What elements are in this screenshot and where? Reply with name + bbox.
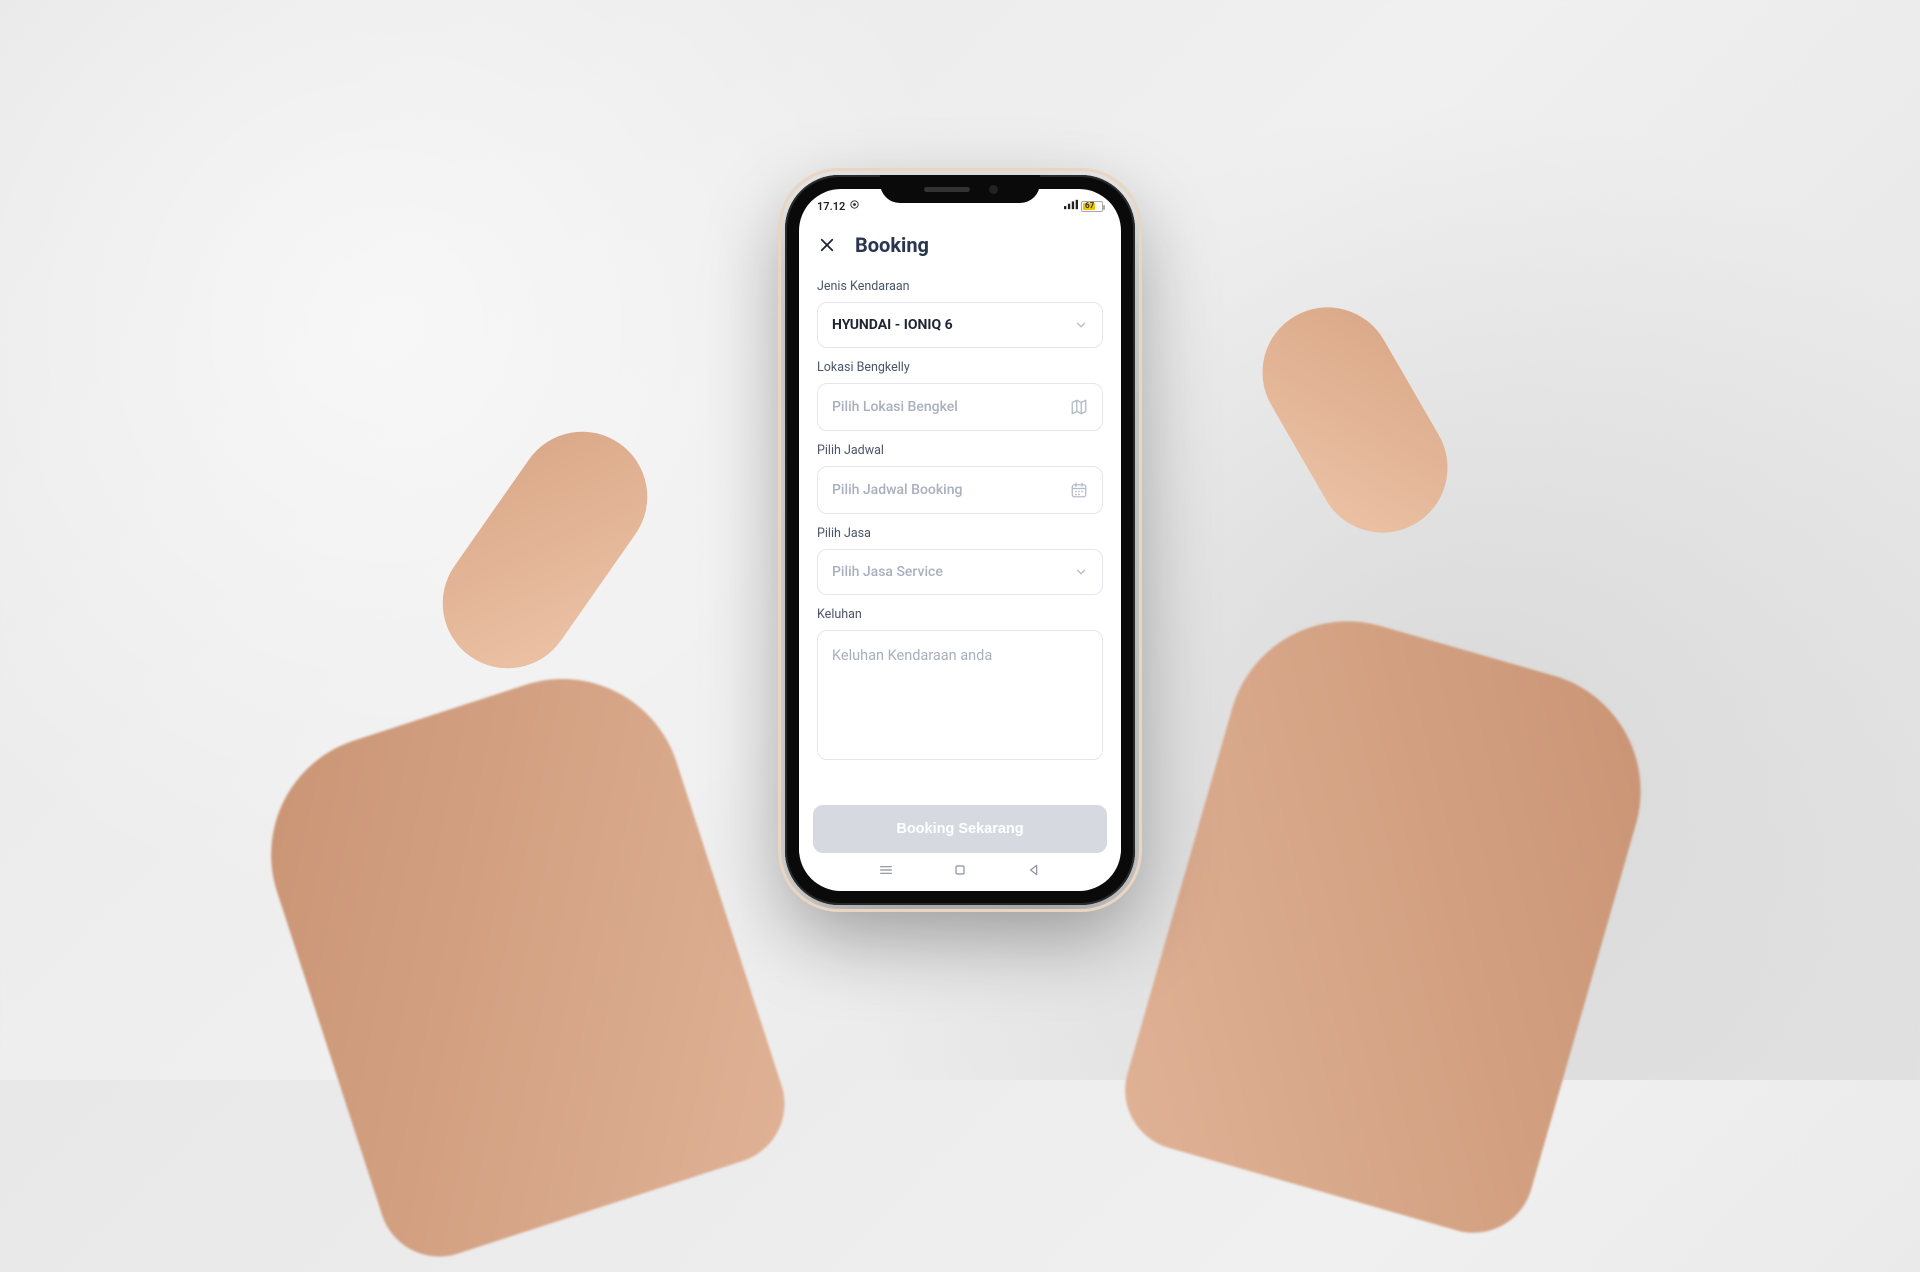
battery-icon: 67 bbox=[1081, 201, 1103, 212]
home-button[interactable] bbox=[952, 862, 968, 882]
schedule-placeholder: Pilih Jadwal Booking bbox=[832, 482, 962, 498]
android-nav-bar bbox=[799, 853, 1121, 891]
service-placeholder: Pilih Jasa Service bbox=[832, 564, 943, 580]
calendar-icon bbox=[1070, 481, 1088, 499]
location-placeholder: Pilih Lokasi Bengkel bbox=[832, 399, 958, 415]
cta-label: Booking Sekarang bbox=[896, 821, 1023, 837]
hand-left bbox=[240, 648, 800, 1272]
booking-form: Jenis Kendaraan HYUNDAI - IONIQ 6 Lokasi… bbox=[799, 267, 1121, 791]
bottom-bar: Booking Sekarang bbox=[799, 791, 1121, 853]
status-time: 17.12 bbox=[817, 200, 845, 213]
app-header: Booking bbox=[799, 217, 1121, 267]
schedule-select[interactable]: Pilih Jadwal Booking bbox=[817, 466, 1103, 514]
chevron-down-icon bbox=[1074, 318, 1088, 332]
hand-right bbox=[1111, 593, 1669, 1247]
service-label: Pilih Jasa bbox=[817, 526, 1103, 541]
service-select[interactable]: Pilih Jasa Service bbox=[817, 549, 1103, 595]
vehicle-value: HYUNDAI - IONIQ 6 bbox=[832, 317, 953, 333]
complaint-label: Keluhan bbox=[817, 607, 1103, 622]
location-label: Lokasi Bengkelly bbox=[817, 360, 1103, 375]
thumb-left bbox=[417, 406, 673, 694]
vehicle-label: Jenis Kendaraan bbox=[817, 279, 1103, 294]
location-indicator-icon bbox=[849, 199, 860, 213]
phone-frame: 17.12 67 Booking Jenis K bbox=[785, 175, 1135, 905]
complaint-textarea[interactable]: Keluhan Kendaraan anda bbox=[817, 630, 1103, 760]
vehicle-select[interactable]: HYUNDAI - IONIQ 6 bbox=[817, 302, 1103, 348]
page-title: Booking bbox=[855, 233, 929, 257]
chevron-down-icon bbox=[1074, 565, 1088, 579]
battery-level: 67 bbox=[1085, 201, 1094, 210]
thumb-right bbox=[1239, 284, 1472, 557]
signal-icon bbox=[1064, 199, 1078, 213]
close-button[interactable] bbox=[817, 235, 837, 255]
recent-apps-button[interactable] bbox=[878, 862, 894, 882]
schedule-label: Pilih Jadwal bbox=[817, 443, 1103, 458]
map-icon bbox=[1070, 398, 1088, 416]
phone-notch bbox=[880, 175, 1040, 203]
app-screen: 17.12 67 Booking Jenis K bbox=[799, 189, 1121, 891]
location-select[interactable]: Pilih Lokasi Bengkel bbox=[817, 383, 1103, 431]
complaint-placeholder: Keluhan Kendaraan anda bbox=[832, 647, 992, 664]
submit-booking-button[interactable]: Booking Sekarang bbox=[813, 805, 1107, 853]
back-button[interactable] bbox=[1026, 862, 1042, 882]
